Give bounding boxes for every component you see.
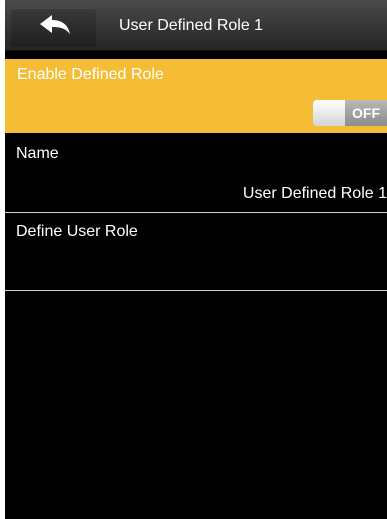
enable-defined-role-row[interactable]: Enable Defined Role OFF — [5, 59, 387, 133]
back-button[interactable] — [11, 8, 96, 47]
divider — [5, 212, 387, 213]
back-arrow-icon — [40, 15, 70, 34]
toggle-state-label: OFF — [345, 100, 387, 126]
header-bar: User Defined Role 1 — [5, 0, 387, 51]
enable-defined-role-label: Enable Defined Role — [17, 66, 164, 83]
toggle-knob — [313, 100, 345, 126]
define-user-role-row[interactable]: Define User Role — [5, 214, 387, 290]
divider — [5, 290, 387, 291]
name-value: User Defined Role 1 — [242, 185, 387, 202]
name-row[interactable]: Name User Defined Role 1 — [5, 137, 387, 212]
define-user-role-label: Define User Role — [16, 223, 138, 240]
name-label: Name — [16, 145, 59, 162]
page-title: User Defined Role 1 — [119, 17, 264, 34]
enable-defined-role-toggle[interactable]: OFF — [313, 99, 387, 126]
device-screen: User Defined Role 1 Enable Defined Role … — [5, 0, 387, 519]
